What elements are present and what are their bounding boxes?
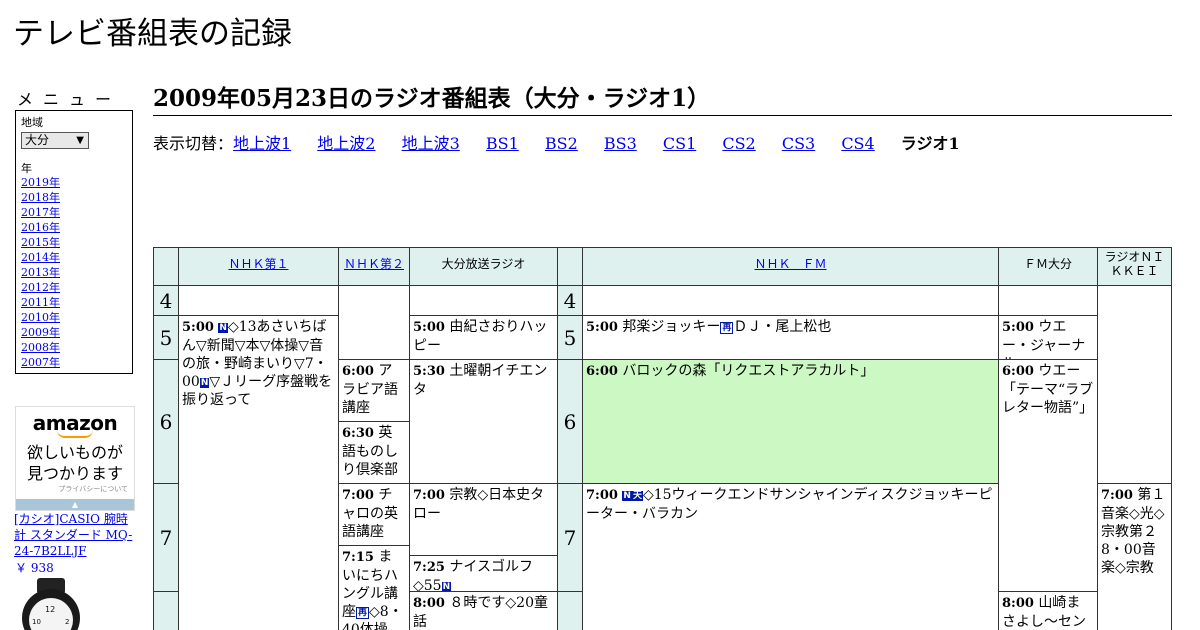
channel-link-nhk2[interactable]: ＮＨＫ第２ xyxy=(344,257,404,271)
year-link-2007[interactable]: 2007年 xyxy=(21,356,60,369)
year-link-2010[interactable]: 2010年 xyxy=(21,311,60,324)
year-link-2009[interactable]: 2009年 xyxy=(21,326,60,339)
hour-label: 7 xyxy=(153,483,179,592)
channel-header-nhk1: ＮＨＫ第１ xyxy=(178,247,339,286)
year-link-2016[interactable]: 2016年 xyxy=(21,221,60,234)
channel-header-fmoita: ＦＭ大分 xyxy=(998,247,1098,286)
switch-link-bs3[interactable]: BS3 xyxy=(604,134,637,153)
program-empty xyxy=(409,285,558,316)
news-badge-icon: N xyxy=(622,491,632,501)
switch-link-terrestrial2[interactable]: 地上波2 xyxy=(317,134,375,153)
year-link-2015[interactable]: 2015年 xyxy=(21,236,60,249)
svg-text:2: 2 xyxy=(65,618,69,626)
menu-box: 地域 大分 ▼ 年 2019年 2018年 2017年 2016年 2015年 … xyxy=(15,110,133,374)
svg-text:10: 10 xyxy=(32,618,41,626)
news-badge-icon: N xyxy=(218,323,228,333)
switch-current-radio1: ラジオ1 xyxy=(900,134,960,153)
year-link-2008[interactable]: 2008年 xyxy=(21,341,60,354)
switch-link-bs1[interactable]: BS1 xyxy=(486,134,519,153)
year-link-2011[interactable]: 2011年 xyxy=(21,296,60,309)
hour-label: 5 xyxy=(153,315,179,360)
program-cell[interactable]: 5:00 ウエー・ジャーナル xyxy=(998,315,1098,360)
channel-header-nikkei: ラジオＮＩＫＫＥＩ xyxy=(1097,247,1172,286)
program-empty xyxy=(998,285,1098,316)
weather-badge-icon: 天 xyxy=(631,491,643,501)
program-empty xyxy=(338,285,410,360)
year-label: 年 xyxy=(21,162,32,175)
program-cell[interactable]: 7:00 チャロの英語講座 xyxy=(338,483,410,546)
year-list: 2019年 2018年 2017年 2016年 2015年 2014年 2013… xyxy=(21,175,127,370)
product-price: ￥ 938 xyxy=(15,561,54,575)
program-cell[interactable]: 7:00 宗教◇日本史タロー xyxy=(409,483,558,556)
ad-banner[interactable]: amazon 欲しいものが 見つかります プライバシーについて ▲ xyxy=(15,406,135,511)
switch-link-terrestrial1[interactable]: 地上波1 xyxy=(233,134,291,153)
region-select-value: 大分 xyxy=(25,133,50,147)
hour-label: 6 xyxy=(153,359,179,484)
hour-label: 4 xyxy=(557,285,583,316)
ad-expand-bar[interactable]: ▲ xyxy=(16,499,134,510)
hour-label: 7 xyxy=(557,483,583,592)
program-cell[interactable]: 7:00 第１音楽◇光◇宗教第２ 8・00音楽◇宗教 xyxy=(1097,483,1172,630)
channel-header-nhk2: ＮＨＫ第２ xyxy=(338,247,410,286)
program-cell[interactable]: 7:00 N 天◇15ウィークエンドサンシャインディスクジョッキーピーター・バラカ… xyxy=(582,483,999,630)
switch-link-cs4[interactable]: CS4 xyxy=(841,134,874,153)
program-cell[interactable]: 6:00 ウエー「テーマ“ラブレター物語”」 xyxy=(998,359,1098,592)
program-cell[interactable]: 6:30 英語ものしり倶楽部 xyxy=(338,421,410,484)
year-link-2017[interactable]: 2017年 xyxy=(21,206,60,219)
hour-label: 5 xyxy=(557,315,583,360)
header-corner-left xyxy=(153,247,179,286)
site-title: テレビ番組表の記録 xyxy=(13,16,292,52)
channel-header-obs: 大分放送ラジオ xyxy=(409,247,558,286)
schedule-grid: ＮＨＫ第１ ＮＨＫ第２ 大分放送ラジオ ＮＨＫ ＦＭ ＦＭ大分 ラジオＮＩＫＫＥ… xyxy=(153,247,1172,630)
ad-text: 欲しいものが 見つかります xyxy=(26,443,123,483)
switch-link-cs3[interactable]: CS3 xyxy=(782,134,815,153)
program-cell[interactable]: 5:00 由紀さおりハッピー xyxy=(409,315,558,360)
switch-link-bs2[interactable]: BS2 xyxy=(545,134,578,153)
amazon-logo: amazon xyxy=(32,411,118,435)
page-heading: 2009年05月23日のラジオ番組表（大分・ラジオ1） xyxy=(153,84,1172,116)
year-link-2012[interactable]: 2012年 xyxy=(21,281,60,294)
ad-privacy-link[interactable]: プライバシーについて xyxy=(16,484,134,494)
region-label: 地域 xyxy=(21,116,43,129)
program-empty xyxy=(1097,285,1172,484)
hour-label xyxy=(557,591,583,630)
dropdown-arrow-icon: ▼ xyxy=(76,135,84,146)
program-cell-highlighted[interactable]: 6:00 バロックの森「リクエストアラカルト」 xyxy=(582,359,999,484)
hour-label: 4 xyxy=(153,285,179,316)
program-cell[interactable]: 8:00 山崎まさよし～センドワ xyxy=(998,591,1098,630)
region-select[interactable]: 大分 ▼ xyxy=(21,132,89,149)
program-cell[interactable]: 6:00 アラビア語講座 xyxy=(338,359,410,422)
switch-link-cs1[interactable]: CS1 xyxy=(663,134,696,153)
channel-link-nhk1[interactable]: ＮＨＫ第１ xyxy=(228,257,288,271)
rerun-badge-icon: 再 xyxy=(356,607,370,619)
news-badge-icon: N xyxy=(199,378,210,388)
switch-link-cs2[interactable]: CS2 xyxy=(722,134,755,153)
channel-link-nhkfm[interactable]: ＮＨＫ ＦＭ xyxy=(754,257,826,271)
year-link-2018[interactable]: 2018年 xyxy=(21,191,60,204)
year-link-2013[interactable]: 2013年 xyxy=(21,266,60,279)
program-cell[interactable]: 5:00 N◇13あさいちばん▽新聞▽本▽体操▽音の旅・野崎まいり▽7・00N▽… xyxy=(178,315,339,630)
program-cell[interactable]: 5:30 土曜朝イチエンタ xyxy=(409,359,558,484)
program-cell[interactable]: 7:25 ナイスゴルフ◇55N xyxy=(409,555,558,592)
product-link[interactable]: [カシオ]CASIO 腕時計 スタンダード MQ-24-7B2LLJF xyxy=(14,511,138,559)
year-link-2019[interactable]: 2019年 xyxy=(21,176,60,189)
header-corner-mid xyxy=(557,247,583,286)
program-cell[interactable]: 8:00 ８時です◇20童話 xyxy=(409,591,558,630)
program-empty xyxy=(582,285,999,316)
svg-text:12: 12 xyxy=(45,605,55,614)
hour-label: 6 xyxy=(557,359,583,484)
program-cell[interactable]: 5:00 邦楽ジョッキー再 ＤＪ・尾上松也 xyxy=(582,315,999,360)
hour-label xyxy=(153,591,179,630)
chevron-up-icon: ▲ xyxy=(71,500,79,509)
menu-title: メニュー xyxy=(17,90,122,109)
channel-header-nhkfm: ＮＨＫ ＦＭ xyxy=(582,247,999,286)
switcher-label: 表示切替： xyxy=(153,134,234,153)
program-empty xyxy=(178,285,339,316)
year-link-2014[interactable]: 2014年 xyxy=(21,251,60,264)
watch-image[interactable]: 12 10 2 xyxy=(18,578,84,630)
view-switcher: 表示切替：地上波1 地上波2 地上波3 BS1 BS2 BS3 CS1 CS2 … xyxy=(153,134,960,154)
rerun-badge-icon: 再 xyxy=(720,322,734,334)
program-cell[interactable]: 7:15 まいにちハングル講座再 ◇8・40体操 xyxy=(338,545,410,630)
switch-link-terrestrial3[interactable]: 地上波3 xyxy=(402,134,460,153)
